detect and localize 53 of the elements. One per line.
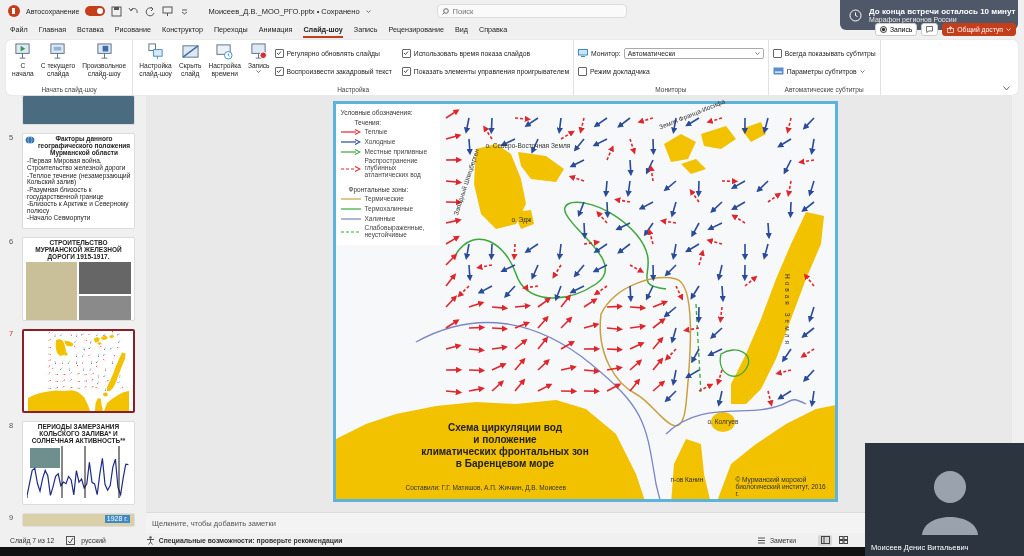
timer-screen-icon: [216, 43, 234, 60]
legend-line-icon: [340, 206, 361, 213]
photo-placeholder: [79, 296, 131, 320]
share-icon: [947, 26, 955, 33]
legend-line-icon: [340, 196, 361, 203]
slide-sorter-view-button[interactable]: [836, 534, 850, 546]
legend-arrow-icon: [340, 129, 361, 136]
record-screen-icon: [250, 43, 268, 60]
caret-icon: [1006, 28, 1011, 31]
accessibility-icon: [145, 535, 155, 545]
hide-slide-icon: [181, 43, 199, 60]
checkbox[interactable]: [401, 66, 411, 76]
present-icon[interactable]: [162, 5, 174, 17]
checkbox[interactable]: [578, 66, 588, 76]
caret-icon: [754, 51, 760, 55]
normal-view-button[interactable]: [818, 534, 832, 546]
monitor-icon: [578, 49, 589, 57]
checkbox[interactable]: [401, 48, 411, 58]
caret-icon: [859, 69, 865, 73]
checkbox[interactable]: [772, 48, 782, 58]
save-icon[interactable]: [111, 5, 123, 17]
checkbox[interactable]: [274, 48, 284, 58]
map-title: Схема циркуляции вод и положение климатических фронтальных зон в Баренцевом море: [420, 422, 590, 470]
caret-icon: [365, 9, 371, 13]
notes-icon: [757, 535, 766, 545]
photo-placeholder: [79, 262, 131, 295]
map-placeholder: [26, 262, 77, 320]
search-icon: [441, 7, 449, 15]
caret-icon: [101, 77, 107, 81]
caret-icon: [256, 69, 262, 73]
comment-icon: [926, 26, 934, 33]
clock-icon: [849, 8, 862, 22]
screen-icon: [95, 43, 113, 60]
screen-icon: [49, 43, 67, 60]
legend-line-icon: [340, 215, 361, 222]
notification-title: До конца встречи осталось 10 минут: [869, 7, 1016, 16]
globe-logo-icon: [25, 136, 35, 144]
spellcheck-icon[interactable]: [66, 535, 76, 545]
autosave-toggle[interactable]: [85, 6, 106, 16]
legend-arrow-icon: [340, 149, 361, 156]
redo-icon[interactable]: [145, 5, 157, 17]
chevron-icon[interactable]: [1003, 86, 1010, 91]
checkbox[interactable]: [274, 66, 284, 76]
record-icon: [880, 26, 887, 33]
comments-button[interactable]: [921, 23, 939, 36]
app-logo-icon: [8, 5, 20, 17]
scrollbar[interactable]: [1012, 95, 1024, 443]
slide-setup-icon: [147, 43, 165, 60]
legend-arrow-icon: [340, 139, 361, 146]
subtitles-icon: [772, 67, 784, 75]
legend-line-icon: [340, 229, 361, 236]
legend-arrow-icon: [340, 165, 361, 172]
play-screen-icon: [14, 43, 32, 60]
